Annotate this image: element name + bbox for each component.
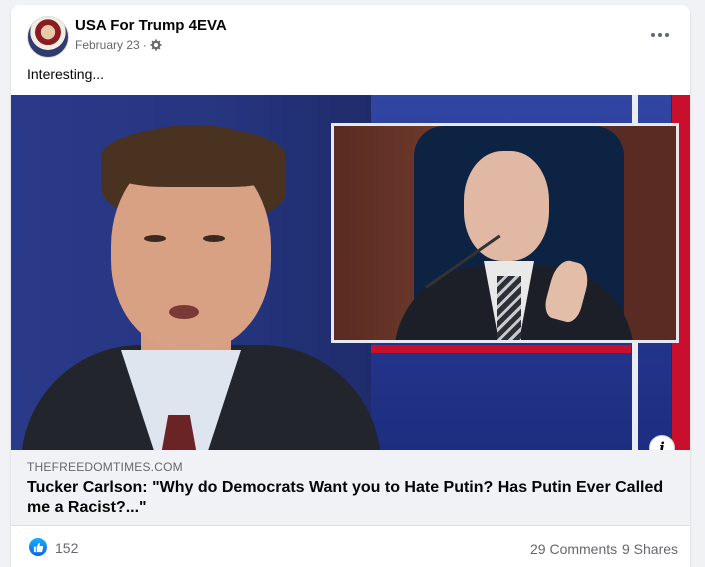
- reaction-count[interactable]: 152: [55, 540, 78, 556]
- post-date[interactable]: February 23: [75, 38, 140, 52]
- link-domain: THEFREEDOMTIMES.COM: [27, 460, 183, 474]
- post-text: Interesting...: [27, 66, 105, 82]
- dot-icon: [665, 33, 669, 37]
- gear-icon[interactable]: [150, 39, 162, 51]
- link-preview-image[interactable]: i: [11, 95, 690, 450]
- thumbs-up-icon: [33, 542, 43, 552]
- post-meta: February 23 ·: [75, 38, 162, 52]
- dot-icon: [658, 33, 662, 37]
- dot-icon: [651, 33, 655, 37]
- more-options-button[interactable]: [644, 23, 676, 47]
- shares-count[interactable]: 9 Shares: [622, 541, 678, 557]
- link-preview[interactable]: THEFREEDOMTIMES.COM Tucker Carlson: "Why…: [11, 450, 690, 526]
- author-avatar[interactable]: [27, 16, 69, 58]
- author-name[interactable]: USA For Trump 4EVA: [75, 17, 227, 34]
- meta-separator: ·: [142, 38, 147, 52]
- like-icon[interactable]: [29, 538, 47, 556]
- link-title[interactable]: Tucker Carlson: "Why do Democrats Want y…: [27, 478, 667, 518]
- comments-count[interactable]: 29 Comments: [530, 541, 617, 557]
- post-card: USA For Trump 4EVA February 23 · Interes…: [11, 5, 690, 567]
- inset-photo: [331, 123, 679, 343]
- post-header: USA For Trump 4EVA February 23 ·: [11, 5, 690, 65]
- reactions-bar: 152 29 Comments 9 Shares: [11, 525, 690, 567]
